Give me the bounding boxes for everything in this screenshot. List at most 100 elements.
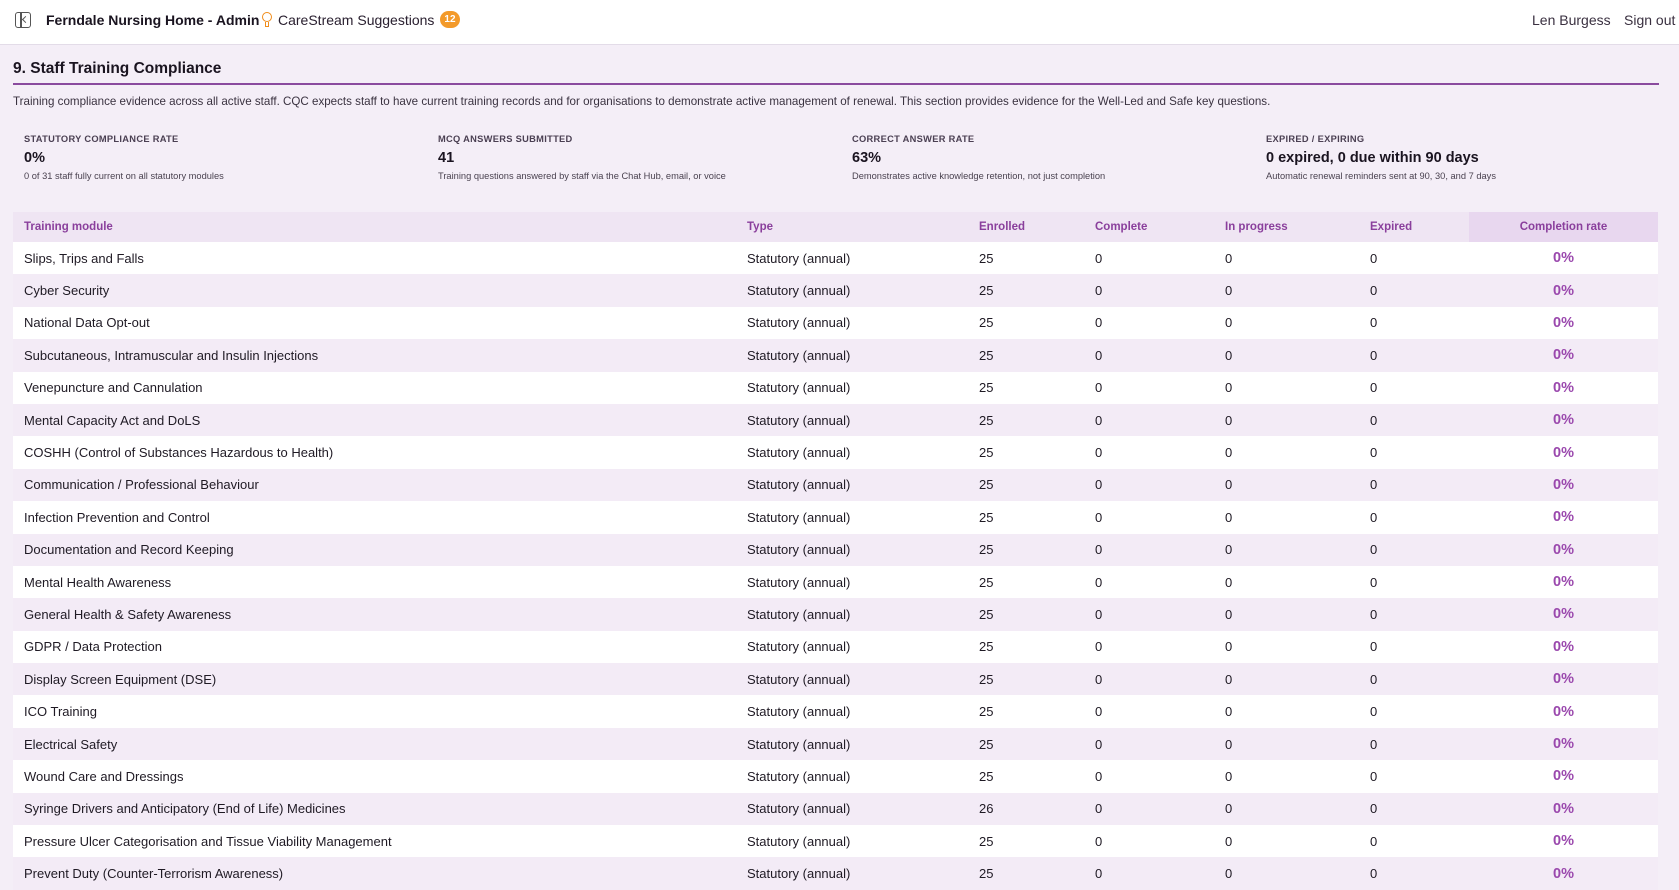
section-title: 9. Staff Training Compliance [13, 60, 222, 77]
in-progress-count: 0 [1214, 857, 1359, 890]
module-name: Pressure Ulcer Categorisation and Tissue… [13, 825, 736, 858]
expired-count: 0 [1359, 598, 1469, 631]
module-type: Statutory (annual) [736, 339, 968, 372]
complete-count: 0 [1084, 792, 1214, 826]
enrolled-count: 25 [968, 436, 1084, 469]
table-row[interactable]: Display Screen Equipment (DSE) Statutory … [13, 663, 1658, 696]
complete-count: 0 [1084, 436, 1214, 469]
module-name: ICO Training [13, 695, 736, 728]
in-progress-count: 0 [1214, 339, 1359, 372]
enrolled-count: 25 [968, 371, 1084, 404]
enrolled-count: 25 [968, 242, 1084, 275]
table-row[interactable]: COSHH (Control of Substances Hazardous t… [13, 436, 1658, 469]
stat-label: EXPIRED / EXPIRING [1266, 134, 1365, 144]
complete-count: 0 [1084, 695, 1214, 728]
module-type: Statutory (annual) [736, 436, 968, 469]
in-progress-count: 0 [1214, 242, 1359, 275]
module-name: General Health & Safety Awareness [13, 598, 736, 631]
complete-count: 0 [1084, 242, 1214, 275]
completion-rate: 0% [1469, 371, 1658, 404]
expired-count: 0 [1359, 306, 1469, 340]
enrolled-count: 25 [968, 403, 1084, 437]
expired-count: 0 [1359, 403, 1469, 437]
table-row[interactable]: Subcutaneous, Intramuscular and Insulin … [13, 339, 1658, 372]
in-progress-count: 0 [1214, 436, 1359, 469]
table-row[interactable]: Mental Health Awareness Statutory (annual… [13, 565, 1658, 599]
stats-row: STATUTORY COMPLIANCE RATE 0% 0 of 31 sta… [24, 134, 1664, 190]
table-row[interactable]: Pressure Ulcer Categorisation and Tissue… [13, 825, 1658, 858]
table-row[interactable]: Electrical Safety Statutory (annual) 25 0 0 0… [13, 727, 1658, 761]
completion-rate: 0% [1469, 792, 1658, 826]
complete-count: 0 [1084, 501, 1214, 534]
module-name: National Data Opt-out [13, 306, 736, 340]
table-row[interactable]: General Health & Safety Awareness Statuto… [13, 598, 1658, 631]
column-header-complete[interactable]: Complete [1084, 212, 1214, 242]
enrolled-count: 26 [968, 792, 1084, 826]
user-name-link[interactable]: Len Burgess [1532, 12, 1611, 28]
table-row[interactable]: Venepuncture and Cannulation Statutory (a… [13, 371, 1658, 404]
table-row[interactable]: Communication / Professional Behaviour St… [13, 468, 1658, 502]
table-row[interactable]: GDPR / Data Protection Statutory (annual)… [13, 630, 1658, 664]
table-row[interactable]: Documentation and Record Keeping Statutor… [13, 533, 1658, 566]
table-body: Slips, Trips and Falls Statutory (annual)… [13, 242, 1658, 890]
suggestions-label: CareStream Suggestions [278, 11, 435, 28]
in-progress-count: 0 [1214, 598, 1359, 631]
table-row[interactable]: ICO Training Statutory (annual) 25 0 0 0 0% [13, 695, 1658, 728]
module-type: Statutory (annual) [736, 533, 968, 566]
in-progress-count: 0 [1214, 695, 1359, 728]
column-header-expired[interactable]: Expired [1359, 212, 1469, 242]
module-type: Statutory (annual) [736, 403, 968, 437]
stat-label: MCQ ANSWERS SUBMITTED [438, 134, 573, 144]
section-description: Training compliance evidence across all … [13, 95, 1271, 108]
enrolled-count: 25 [968, 857, 1084, 890]
training-table: Training module Type Enrolled Complete I… [13, 212, 1658, 890]
module-type: Statutory (annual) [736, 760, 968, 793]
module-type: Statutory (annual) [736, 825, 968, 858]
table-row[interactable]: Cyber Security Statutory (annual) 25 0 0 0 0% [13, 274, 1658, 307]
column-header-enrolled[interactable]: Enrolled [968, 212, 1084, 242]
sign-out-link[interactable]: Sign out [1624, 12, 1675, 28]
complete-count: 0 [1084, 533, 1214, 566]
module-name: Mental Capacity Act and DoLS [13, 403, 736, 437]
expired-count: 0 [1359, 630, 1469, 664]
module-name: Wound Care and Dressings [13, 760, 736, 793]
module-name: Infection Prevention and Control [13, 501, 736, 534]
column-header-in-progress[interactable]: In progress [1214, 212, 1359, 242]
enrolled-count: 25 [968, 306, 1084, 340]
table-row[interactable]: Prevent Duty (Counter-Terrorism Awarenes… [13, 857, 1658, 890]
table-row[interactable]: Slips, Trips and Falls Statutory (annual)… [13, 242, 1658, 275]
enrolled-count: 25 [968, 630, 1084, 664]
expired-count: 0 [1359, 242, 1469, 275]
table-row[interactable]: Wound Care and Dressings Statutory (annua… [13, 760, 1658, 793]
complete-count: 0 [1084, 727, 1214, 761]
suggestions-button[interactable]: CareStream Suggestions 12 [262, 11, 460, 28]
enrolled-count: 25 [968, 695, 1084, 728]
expired-count: 0 [1359, 857, 1469, 890]
enrolled-count: 25 [968, 565, 1084, 599]
expired-count: 0 [1359, 792, 1469, 826]
completion-rate: 0% [1469, 857, 1658, 890]
stat-value: 0% [24, 150, 45, 166]
module-name: Venepuncture and Cannulation [13, 371, 736, 404]
module-type: Statutory (annual) [736, 695, 968, 728]
completion-rate: 0% [1469, 565, 1658, 599]
table-row[interactable]: Mental Capacity Act and DoLS Statutory (a… [13, 403, 1658, 437]
table-row[interactable]: Syringe Drivers and Anticipatory (End of… [13, 792, 1658, 826]
complete-count: 0 [1084, 468, 1214, 502]
sidebar-toggle-icon[interactable] [15, 12, 31, 28]
table-row[interactable]: National Data Opt-out Statutory (annual) 2… [13, 306, 1658, 340]
expired-count: 0 [1359, 274, 1469, 307]
column-header-completion-rate[interactable]: Completion rate [1469, 212, 1658, 242]
in-progress-count: 0 [1214, 468, 1359, 502]
completion-rate: 0% [1469, 663, 1658, 696]
module-name: Communication / Professional Behaviour [13, 468, 736, 502]
completion-rate: 0% [1469, 403, 1658, 437]
completion-rate: 0% [1469, 533, 1658, 566]
table-row[interactable]: Infection Prevention and Control Statutor… [13, 501, 1658, 534]
completion-rate: 0% [1469, 339, 1658, 372]
column-header-module[interactable]: Training module [13, 212, 736, 242]
module-name: Cyber Security [13, 274, 736, 307]
column-header-type[interactable]: Type [736, 212, 968, 242]
expired-count: 0 [1359, 565, 1469, 599]
in-progress-count: 0 [1214, 274, 1359, 307]
